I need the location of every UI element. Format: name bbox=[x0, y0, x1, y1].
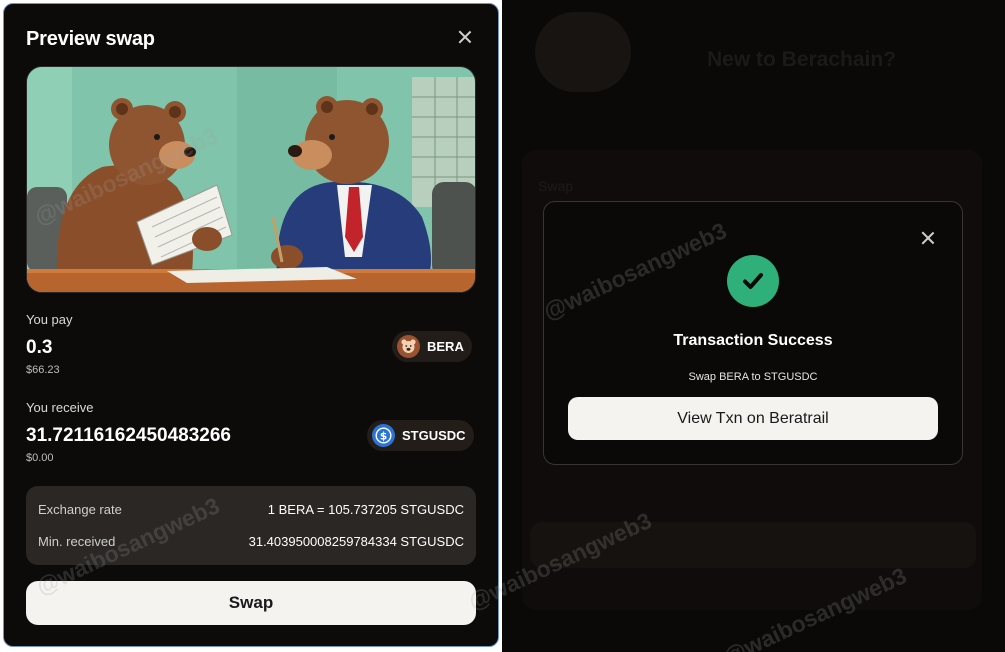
pay-amount: 0.3 bbox=[26, 337, 53, 358]
view-txn-button[interactable]: View Txn on Beratrail bbox=[568, 397, 938, 440]
success-title: Transaction Success bbox=[673, 332, 833, 349]
usdc-token-icon: $ bbox=[372, 424, 395, 447]
swap-button[interactable]: Swap bbox=[26, 581, 476, 625]
pay-usd-value: $66.23 bbox=[26, 364, 60, 376]
close-icon[interactable] bbox=[920, 230, 936, 246]
you-receive-label: You receive bbox=[26, 400, 94, 415]
dialog-title: Preview swap bbox=[26, 28, 155, 50]
pay-token-symbol: BERA bbox=[427, 339, 464, 354]
bears-illustration bbox=[26, 66, 476, 293]
min-received-value: 31.403950008259784334 STGUSDC bbox=[248, 534, 464, 549]
bera-token-icon bbox=[397, 335, 420, 358]
check-icon bbox=[743, 273, 763, 289]
exchange-rate-value: 1 BERA = 105.737205 STGUSDC bbox=[267, 502, 464, 517]
receive-token-symbol: STGUSDC bbox=[402, 428, 466, 443]
min-received-label: Min. received bbox=[38, 534, 116, 549]
background-action-button bbox=[530, 522, 976, 568]
background-title: New to Berachain? bbox=[707, 48, 897, 71]
exchange-rate-label: Exchange rate bbox=[38, 502, 122, 517]
transaction-success-modal: Transaction Success Swap BERA to STGUSDC… bbox=[543, 201, 963, 465]
receive-token-pill: $ STGUSDC bbox=[367, 420, 474, 451]
svg-text:$: $ bbox=[380, 430, 387, 442]
preview-swap-dialog: Preview swap You pay 0.3 $66.23 BERA You… bbox=[3, 3, 499, 647]
exchange-rate-row: Exchange rate 1 BERA = 105.737205 STGUSD… bbox=[38, 502, 464, 517]
receive-amount: 31.72116162450483266 bbox=[26, 425, 232, 446]
receive-usd-value: $0.00 bbox=[26, 452, 54, 464]
pay-token-pill: BERA bbox=[392, 331, 472, 362]
success-badge bbox=[727, 255, 779, 307]
you-pay-label: You pay bbox=[26, 312, 73, 327]
avatar bbox=[535, 12, 631, 92]
background-swap-label: Swap bbox=[538, 178, 574, 194]
close-icon[interactable] bbox=[456, 28, 474, 46]
success-subtitle: Swap BERA to STGUSDC bbox=[688, 371, 818, 383]
rate-summary: Exchange rate 1 BERA = 105.737205 STGUSD… bbox=[26, 486, 476, 565]
min-received-row: Min. received 31.403950008259784334 STGU… bbox=[38, 534, 464, 549]
